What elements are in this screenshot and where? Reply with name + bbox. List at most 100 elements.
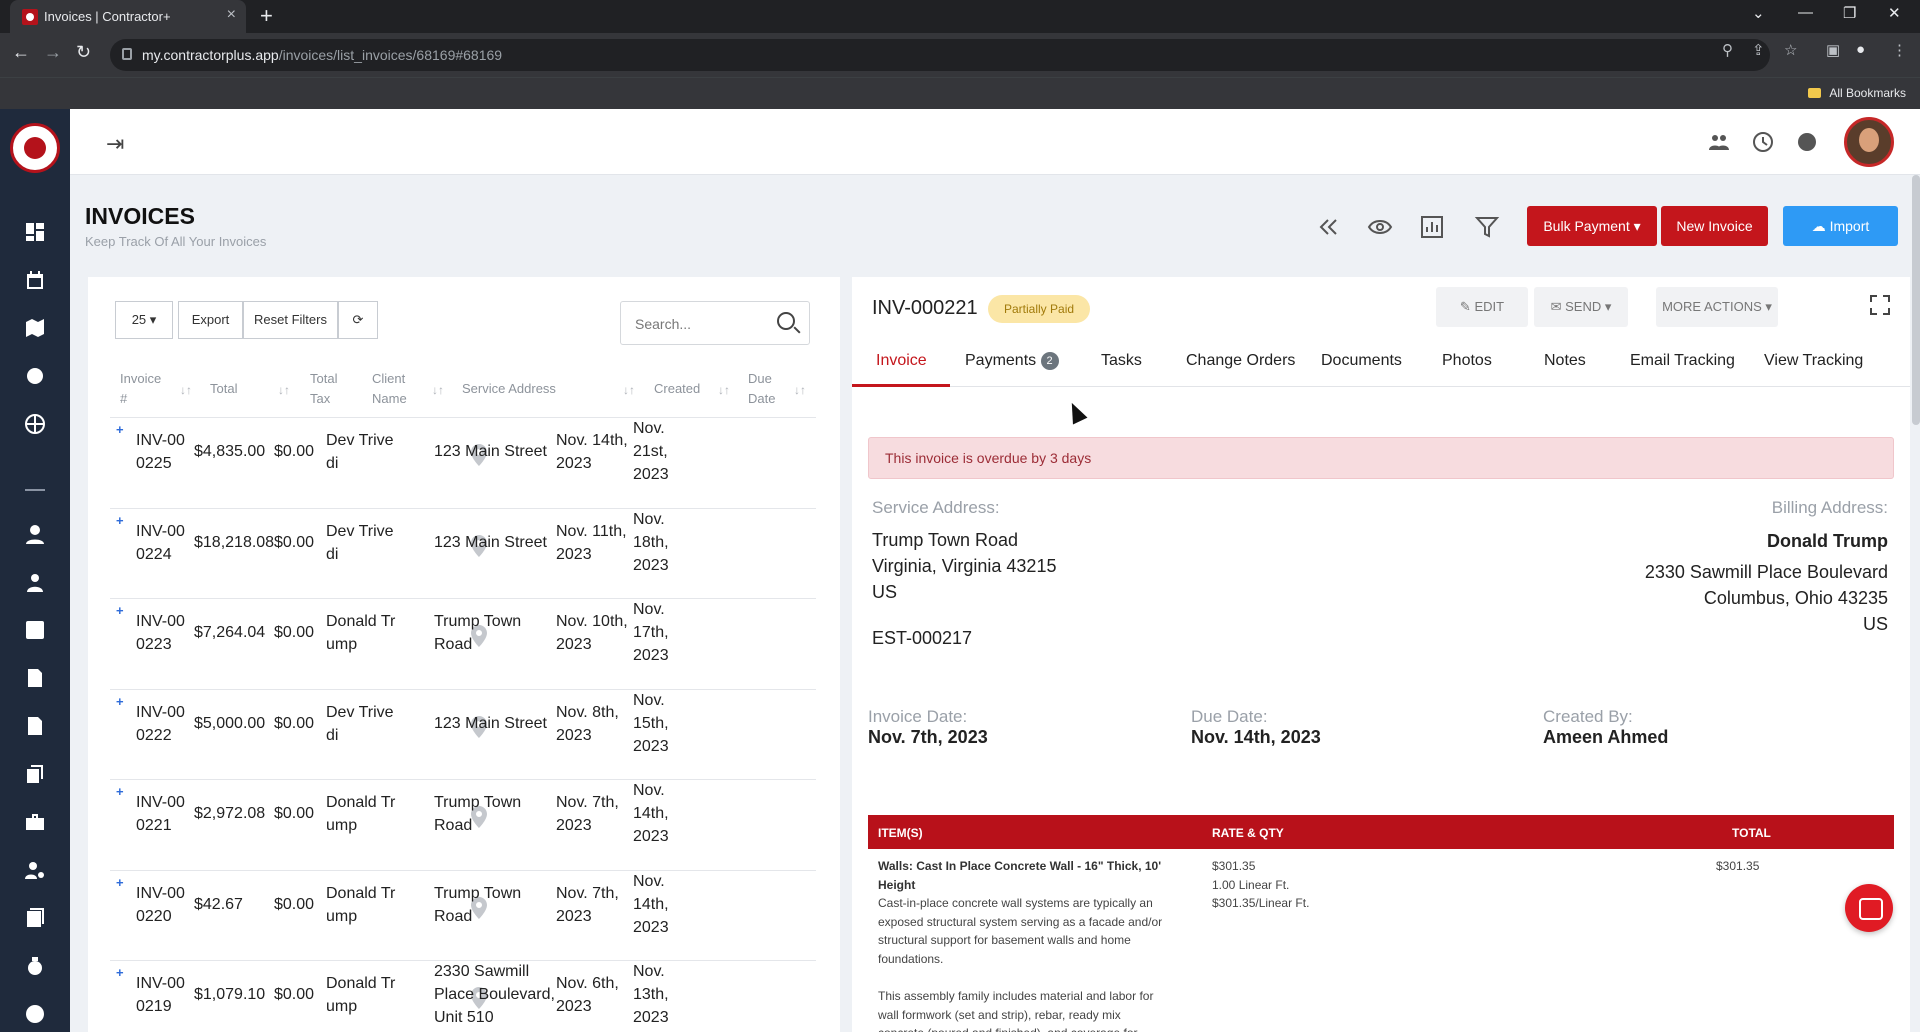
tab-invoice[interactable]: Invoice (876, 352, 927, 370)
invoice-icon[interactable] (24, 667, 46, 689)
leads-icon[interactable] (24, 365, 46, 387)
expand-row-icon[interactable]: + (116, 513, 124, 528)
chart-icon[interactable] (1419, 214, 1445, 240)
help-icon[interactable] (1796, 131, 1818, 153)
new-invoice-button[interactable]: New Invoice (1661, 206, 1768, 246)
profile-icon[interactable]: ● (1856, 41, 1865, 58)
reset-filters-button[interactable]: Reset Filters (243, 301, 338, 339)
expand-row-icon[interactable]: + (116, 603, 124, 618)
page-scrollbar[interactable] (1912, 175, 1920, 425)
table-row[interactable]: + INV-00 0219 $1,079.10 $0.00 Donald Tr ump 233… (110, 960, 816, 1032)
estimate-reference[interactable]: EST-000217 (872, 625, 972, 651)
browser-menu-icon[interactable]: ⋮ (1892, 41, 1907, 59)
invoice-number-cell[interactable]: INV-00 0225 (136, 429, 185, 475)
tab-photos[interactable]: Photos (1442, 352, 1492, 370)
reports-icon[interactable] (24, 907, 46, 929)
money-bag-icon[interactable] (24, 955, 46, 977)
tab-notes[interactable]: Notes (1544, 352, 1586, 370)
column-header-created[interactable]: Created (654, 379, 700, 399)
expand-row-icon[interactable]: + (116, 784, 124, 799)
search-input[interactable]: Search... (620, 301, 810, 345)
send-button[interactable]: ✉ SEND ▾ (1534, 287, 1628, 327)
sort-icon[interactable]: ↓↑ (278, 383, 290, 397)
expand-row-icon[interactable]: + (116, 694, 124, 709)
table-row[interactable]: + INV-00 0225 $4,835.00 $0.00 Dev Trive di 123 … (110, 417, 816, 507)
table-row[interactable]: + INV-00 0223 $7,264.04 $0.00 Donald Tr ump Tru… (110, 598, 816, 688)
fullscreen-icon[interactable] (1870, 295, 1890, 315)
invoice-number-cell[interactable]: INV-00 0224 (136, 520, 185, 566)
expand-row-icon[interactable]: + (116, 422, 124, 437)
clients-icon[interactable] (24, 571, 46, 593)
table-row[interactable]: + INV-00 0222 $5,000.00 $0.00 Dev Trive di 123 … (110, 688, 816, 779)
tab-view-tracking[interactable]: View Tracking (1764, 352, 1863, 370)
invoice-number-cell[interactable]: INV-00 0221 (136, 791, 185, 837)
refresh-button[interactable]: ⟳ (338, 301, 378, 339)
documents-icon[interactable] (24, 763, 46, 785)
import-button[interactable]: ☁ Import (1783, 206, 1898, 246)
location-pin-icon[interactable]: ⚲ (1722, 41, 1733, 59)
clock-icon[interactable] (24, 1003, 46, 1025)
collapse-panel-icon[interactable] (1315, 214, 1341, 240)
invoice-number-cell[interactable]: INV-00 0223 (136, 610, 185, 656)
expand-sidebar-icon[interactable]: ⇥ (106, 131, 124, 157)
tab-payments[interactable]: Payments 2 (965, 352, 1059, 370)
lock-icon[interactable] (122, 48, 132, 60)
calculator-icon[interactable] (24, 619, 46, 641)
company-logo[interactable] (10, 123, 60, 173)
reload-icon[interactable]: ↻ (76, 42, 91, 63)
eye-icon[interactable] (1367, 214, 1393, 240)
tab-email-tracking[interactable]: Email Tracking (1630, 352, 1735, 370)
all-bookmarks-button[interactable]: All Bookmarks (1808, 86, 1906, 100)
sort-icon[interactable]: ↓↑ (623, 383, 635, 397)
table-row[interactable]: + INV-00 0221 $2,972.08 $0.00 Donald Tr ump Tru… (110, 779, 816, 869)
restore-window-icon[interactable]: ❐ (1843, 4, 1856, 22)
sort-icon[interactable]: ↓↑ (180, 383, 192, 397)
invoice-number-cell[interactable]: INV-00 0220 (136, 882, 185, 928)
chat-support-button[interactable] (1845, 884, 1893, 932)
url-field[interactable]: my.contractorplus.app/invoices/list_invo… (110, 39, 1770, 71)
tab-tasks[interactable]: Tasks (1101, 352, 1142, 370)
browser-tab[interactable]: Invoices | Contractor+ × (10, 0, 246, 33)
history-clock-icon[interactable] (1752, 131, 1774, 153)
column-header-total-tax[interactable]: Total Tax (310, 369, 337, 409)
globe-icon[interactable] (24, 413, 46, 435)
expand-row-icon[interactable]: + (116, 875, 124, 890)
estimates-icon[interactable] (24, 715, 46, 737)
sort-icon[interactable]: ↓↑ (718, 383, 730, 397)
briefcase-icon[interactable] (24, 811, 46, 833)
close-window-icon[interactable]: ✕ (1888, 4, 1901, 22)
tab-documents[interactable]: Documents (1321, 352, 1402, 370)
user-search-icon[interactable] (24, 859, 46, 881)
forward-icon[interactable]: → (44, 42, 62, 63)
column-header-service-address[interactable]: Service Address (462, 379, 556, 399)
table-row[interactable]: + INV-00 0220 $42.67 $0.00 Donald Tr ump Trump … (110, 869, 816, 960)
page-size-select[interactable]: 25 ▾ (115, 301, 173, 339)
worker-icon[interactable] (24, 523, 46, 545)
sort-icon[interactable]: ↓↑ (794, 383, 806, 397)
invoice-number-cell[interactable]: INV-00 0219 (136, 972, 185, 1018)
edit-button[interactable]: ✎ EDIT (1436, 287, 1528, 327)
minimize-window-icon[interactable]: — (1798, 4, 1813, 21)
close-tab-icon[interactable]: × (227, 6, 236, 24)
column-header-invoice[interactable]: Invoice # (120, 369, 161, 409)
map-icon[interactable] (24, 317, 46, 339)
export-button[interactable]: Export (178, 301, 243, 339)
table-row[interactable]: + INV-00 0224 $18,218.08 $0.00 Dev Trive di 123… (110, 507, 816, 598)
calendar-icon[interactable] (24, 269, 46, 291)
bookmark-star-icon[interactable]: ☆ (1784, 41, 1797, 59)
more-actions-button[interactable]: MORE ACTIONS ▾ (1656, 287, 1778, 327)
sort-icon[interactable]: ↓↑ (432, 383, 444, 397)
column-header-client-name[interactable]: Client Name (372, 369, 407, 409)
share-icon[interactable]: ⇪ (1752, 41, 1765, 59)
user-avatar[interactable] (1844, 117, 1894, 167)
team-icon[interactable] (1708, 131, 1730, 153)
tab-change-orders[interactable]: Change Orders (1186, 352, 1295, 370)
dashboard-icon[interactable] (24, 221, 46, 243)
tab-search-chevron-icon[interactable]: ⌄ (1752, 4, 1765, 22)
search-icon[interactable] (777, 312, 795, 330)
back-icon[interactable]: ← (12, 42, 30, 63)
invoice-number-cell[interactable]: INV-00 0222 (136, 701, 185, 747)
new-tab-button[interactable]: + (260, 3, 273, 29)
column-header-due-date[interactable]: Due Date (748, 369, 775, 409)
side-panel-icon[interactable]: ▣ (1826, 41, 1840, 59)
